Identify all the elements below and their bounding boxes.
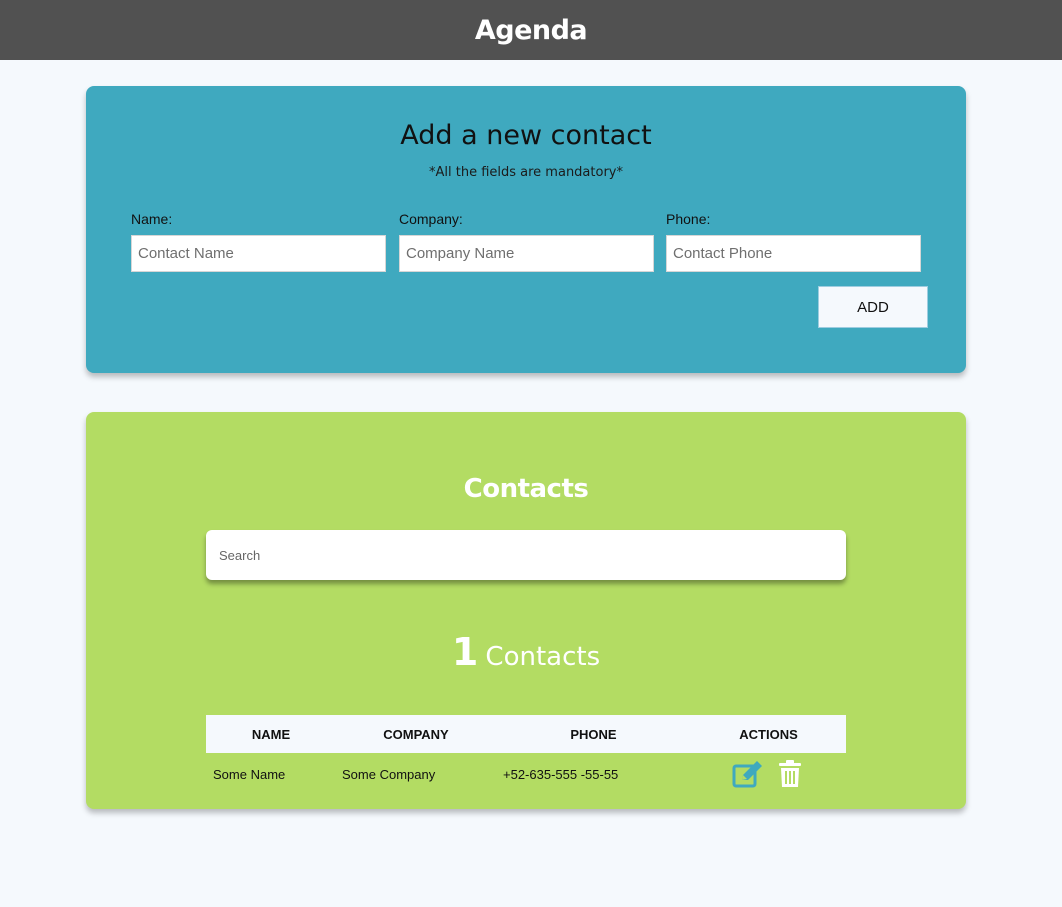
contacts-table: NAME COMPANY PHONE ACTIONS Some Name Som… (206, 715, 846, 795)
phone-label: Phone: (666, 211, 711, 227)
column-header-phone: PHONE (570, 726, 617, 742)
column-header-name: NAME (251, 726, 291, 742)
add-contact-card: Add a new contact *All the fields are ma… (86, 86, 966, 373)
contacts-count: 1 Contacts (86, 630, 966, 674)
contact-phone-input[interactable] (666, 235, 921, 272)
table-header: NAME COMPANY PHONE ACTIONS (206, 715, 846, 753)
row-name: Some Name (213, 766, 286, 782)
row-phone: +52-635-555 -55-55 (503, 766, 619, 782)
contacts-card: Contacts 1 Contacts NAME COMPANY PHONE A… (86, 412, 966, 809)
trash-icon[interactable] (778, 760, 802, 788)
contact-name-input[interactable] (131, 235, 386, 272)
app-title: Agenda (474, 14, 588, 46)
mandatory-note: *All the fields are mandatory* (428, 165, 623, 180)
name-label: Name: (131, 211, 173, 227)
table-row: Some Name Some Company +52-635-555 -55-5… (206, 753, 846, 795)
contacts-title: Contacts (463, 474, 589, 504)
row-actions (691, 760, 846, 788)
edit-icon[interactable] (732, 760, 764, 788)
company-name-input[interactable] (399, 235, 654, 272)
add-contact-title: Add a new contact (400, 120, 652, 151)
add-button[interactable]: ADD (818, 286, 928, 328)
column-header-actions: ACTIONS (739, 726, 798, 742)
contacts-count-number: 1 (451, 630, 479, 674)
top-bar: Agenda (0, 0, 1062, 60)
search-input[interactable] (206, 530, 846, 580)
company-label: Company: (399, 211, 463, 227)
contacts-count-label: Contacts (485, 642, 601, 672)
column-header-company: COMPANY (383, 726, 449, 742)
row-company: Some Company (342, 766, 436, 782)
